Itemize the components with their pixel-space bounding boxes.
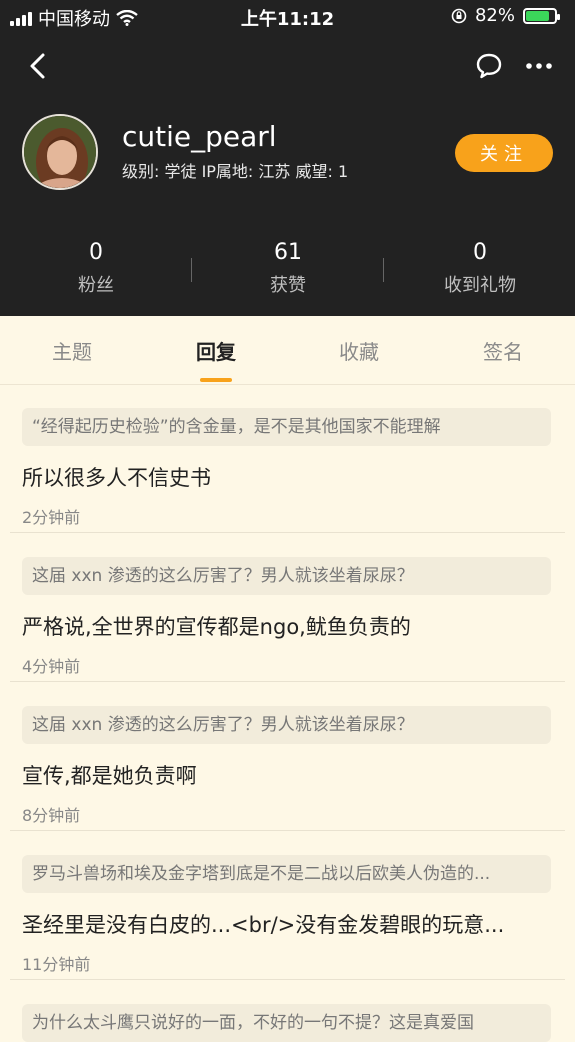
reply-text: 严格说,全世界的宣传都是ngo,鱿鱼负责的 [22, 615, 411, 639]
tab-replies[interactable]: 回复 [144, 316, 288, 384]
battery-icon [523, 7, 560, 24]
tab-topics[interactable]: 主题 [0, 316, 144, 384]
back-button[interactable] [16, 44, 60, 88]
reply-text: 圣经里是没有白皮的...<br/>没有金发碧眼的玩意... [22, 913, 505, 937]
stat-number: 0 [89, 240, 103, 265]
tab-favorites[interactable]: 收藏 [287, 316, 431, 384]
quoted-topic[interactable]: 为什么太斗鹰只说好的一面，不好的一句不提？这是真爱国 [22, 1004, 551, 1042]
stat-number: 61 [274, 240, 302, 265]
reply-text: 宣传,都是她负责啊 [22, 764, 197, 788]
user-meta: 级别: 学徒 IP属地: 江苏 威望: 1 [122, 162, 349, 181]
chat-bubble-icon [476, 53, 502, 79]
list-item[interactable]: “经得起历史检验”的含金量，是不是其他国家不能理解 所以很多人不信史书 2分钟前 [10, 384, 565, 533]
profile-info: cutie_pearl 级别: 学徒 IP属地: 江苏 威望: 1 关注 [22, 114, 553, 194]
battery-percent: 82% [474, 5, 515, 26]
stats-row: 0 粉丝 61 获赞 0 收到礼物 [0, 240, 575, 300]
more-button[interactable] [517, 44, 561, 88]
stat-label: 粉丝 [78, 275, 114, 296]
more-icon [526, 63, 552, 69]
list-item[interactable]: 这届 xxn 渗透的这么厉害了？男人就该坐着尿尿？ 严格说,全世界的宣传都是ng… [10, 533, 565, 682]
stat-gifts[interactable]: 0 收到礼物 [384, 240, 575, 297]
list-item[interactable]: 这届 xxn 渗透的这么厉害了？男人就该坐着尿尿？ 宣传,都是她负责啊 8分钟前 [10, 682, 565, 831]
quoted-topic[interactable]: 罗马斗兽场和埃及金字塔到底是不是二战以后欧美人伪造的... [22, 855, 551, 893]
reply-time: 4分钟前 [22, 657, 81, 676]
tab-signature[interactable]: 签名 [431, 316, 575, 384]
reply-time: 8分钟前 [22, 806, 81, 825]
orientation-lock-icon [451, 8, 467, 23]
quoted-topic[interactable]: 这届 xxn 渗透的这么厉害了？男人就该坐着尿尿？ [22, 557, 551, 595]
stat-likes[interactable]: 61 获赞 [192, 240, 384, 297]
nav-bar [0, 44, 575, 88]
avatar[interactable] [22, 114, 98, 190]
stat-label: 收到礼物 [444, 275, 516, 296]
stat-number: 0 [473, 240, 487, 265]
quoted-topic[interactable]: 这届 xxn 渗透的这么厉害了？男人就该坐着尿尿？ [22, 706, 551, 744]
tab-bar: 主题 回复 收藏 签名 [0, 316, 575, 385]
reply-time: 2分钟前 [22, 508, 81, 527]
message-button[interactable] [467, 44, 511, 88]
stat-label: 获赞 [270, 275, 306, 296]
chevron-left-icon [30, 53, 45, 79]
list-item[interactable]: 为什么太斗鹰只说好的一面，不好的一句不提？这是真爱国 [10, 980, 565, 1042]
reply-time: 11分钟前 [22, 955, 91, 974]
quoted-topic[interactable]: “经得起历史检验”的含金量，是不是其他国家不能理解 [22, 408, 551, 446]
status-bar: 中国移动 上午11:12 82% [0, 0, 575, 34]
profile-header: 中国移动 上午11:12 82% cutie_pearl 级别: 学徒 IP属地… [0, 0, 575, 316]
reply-text: 所以很多人不信史书 [22, 466, 211, 490]
list-item[interactable]: 罗马斗兽场和埃及金字塔到底是不是二战以后欧美人伪造的... 圣经里是没有白皮的.… [10, 831, 565, 980]
username: cutie_pearl [122, 120, 277, 153]
stat-fans[interactable]: 0 粉丝 [0, 240, 192, 297]
follow-button[interactable]: 关注 [455, 134, 553, 172]
